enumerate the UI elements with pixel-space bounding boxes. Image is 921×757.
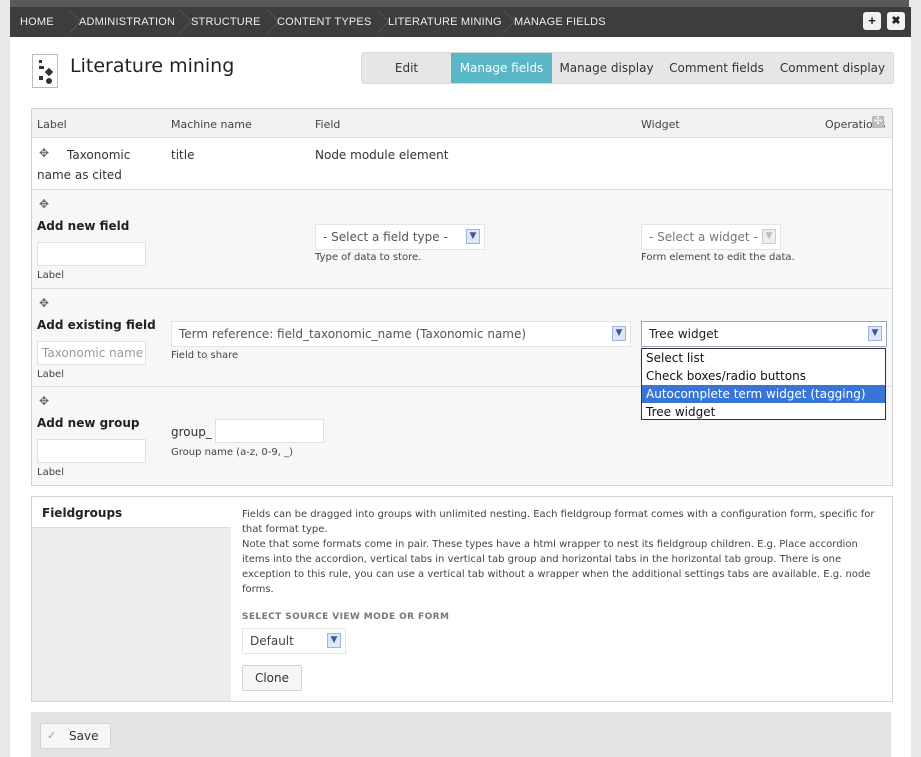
content-type-icon [32, 54, 58, 88]
breadcrumb-administration[interactable]: ADMINISTRATION [79, 7, 175, 37]
add-new-group-title: Add new group [37, 416, 140, 430]
overlay-panel: Literature mining Edit Manage fields Man… [10, 37, 911, 757]
new-group-label-input[interactable] [37, 439, 146, 463]
widget-option-autocomplete[interactable]: Autocomplete term widget (tagging) [642, 385, 885, 403]
widget-select-value: - Select a widget - [649, 230, 758, 244]
fieldgroups-sidebar: Fieldgroups [32, 497, 231, 701]
existing-widget-select[interactable]: Tree widget ▼ [641, 321, 887, 347]
table-row: ✥ Taxonomic name as cited title Node mod… [32, 138, 892, 190]
widget-option-select-list[interactable]: Select list [642, 349, 885, 367]
chevron-down-icon: ▼ [327, 633, 341, 648]
new-group-label-caption: Label [37, 467, 64, 478]
table-header: Label Machine name Field Widget Operatio… [32, 109, 892, 138]
add-new-field-title: Add new field [37, 219, 130, 233]
page-title: Literature mining [70, 55, 235, 77]
fields-table: Label Machine name Field Widget Operatio… [31, 108, 893, 486]
field-type-select-value: - Select a field type - [323, 230, 448, 244]
form-actions: ✓ Save [31, 712, 891, 757]
drag-handle-icon[interactable]: ✥ [39, 198, 51, 210]
breadcrumb-separator [63, 7, 73, 37]
field-type-help: Type of data to store. [315, 252, 422, 263]
group-name-help: Group name (a-z, 0-9, _) [171, 447, 293, 458]
chevron-down-icon: ▼ [466, 229, 480, 244]
check-icon: ✓ [47, 729, 57, 742]
existing-field-label-input[interactable]: Taxonomic name [37, 341, 146, 365]
breadcrumb-separator [371, 7, 381, 37]
settings-icon[interactable]: ✣ [872, 116, 884, 128]
source-view-mode-value: Default [250, 634, 294, 648]
breadcrumb-separator [173, 7, 183, 37]
new-field-label-input[interactable] [37, 242, 146, 266]
existing-field-help: Field to share [171, 350, 239, 361]
source-view-mode-label: SELECT SOURCE VIEW MODE OR FORM [242, 612, 450, 622]
row-machine-name: title [171, 148, 195, 162]
drag-handle-icon[interactable]: ✥ [39, 147, 51, 159]
breadcrumb-structure[interactable]: STRUCTURE [191, 7, 261, 37]
row-label-cont: name as cited [37, 168, 122, 182]
add-new-field-row: ✥ Add new field Label - Select a field t… [32, 190, 892, 289]
existing-field-select-value: Term reference: field_taxonomic_name (Ta… [179, 327, 527, 341]
existing-widget-select-value: Tree widget [649, 327, 719, 341]
header-field: Field [315, 118, 341, 131]
source-view-mode-select[interactable]: Default ▼ [242, 628, 346, 654]
chevron-down-icon: ▼ [612, 326, 626, 341]
field-type-select[interactable]: - Select a field type - ▼ [315, 224, 485, 250]
chevron-down-icon: ▼ [868, 326, 882, 341]
save-button-label: Save [69, 729, 99, 743]
secondary-tabs: Edit Manage fields Manage display Commen… [361, 52, 894, 84]
group-prefix: group_ [171, 425, 212, 439]
row-label: Taxonomic [67, 148, 131, 162]
breadcrumb-literature-mining[interactable]: LITERATURE MINING [388, 7, 502, 37]
widget-option-checkboxes[interactable]: Check boxes/radio buttons [642, 367, 885, 385]
tab-manage-fields[interactable]: Manage fields [451, 53, 552, 83]
widget-select[interactable]: - Select a widget - ▼ [641, 224, 781, 250]
tab-edit[interactable]: Edit [362, 53, 451, 83]
group-name-input[interactable] [215, 419, 324, 443]
background-left [0, 0, 10, 757]
tab-comment-display[interactable]: Comment display [772, 53, 893, 83]
close-overlay-button[interactable]: ✖ [887, 12, 905, 30]
save-button[interactable]: ✓ Save [40, 723, 111, 749]
breadcrumb-manage-fields[interactable]: MANAGE FIELDS [514, 7, 606, 37]
widget-help: Form element to edit the data. [641, 252, 795, 263]
tab-comment-fields[interactable]: Comment fields [661, 53, 772, 83]
existing-field-select[interactable]: Term reference: field_taxonomic_name (Ta… [171, 321, 631, 347]
clone-button[interactable]: Clone [242, 665, 302, 691]
fieldgroups-description-2: Note that some formats come in pair. The… [242, 539, 871, 595]
breadcrumb: HOME ADMINISTRATION STRUCTURE CONTENT TY… [10, 7, 911, 37]
row-field: Node module element [315, 148, 449, 162]
breadcrumb-content-types[interactable]: CONTENT TYPES [277, 7, 372, 37]
widget-dropdown-list: Select list Check boxes/radio buttons Au… [641, 348, 886, 420]
fieldgroups-description: Fields can be dragged into groups with u… [242, 507, 882, 597]
drag-handle-icon[interactable]: ✥ [39, 395, 51, 407]
fieldgroups-description-1: Fields can be dragged into groups with u… [242, 509, 875, 535]
add-existing-field-title: Add existing field [37, 318, 156, 332]
header-machine-name: Machine name [171, 118, 252, 131]
header-widget: Widget [641, 118, 680, 131]
breadcrumb-separator [497, 7, 507, 37]
fieldgroups-header: Fieldgroups [32, 497, 231, 528]
fieldgroups-section: Fieldgroups Fields can be dragged into g… [31, 496, 893, 702]
add-shortcut-button[interactable]: + [863, 12, 881, 30]
header-label: Label [37, 118, 67, 131]
tab-manage-display[interactable]: Manage display [552, 53, 661, 83]
breadcrumb-separator [261, 7, 271, 37]
existing-field-label-caption: Label [37, 369, 64, 380]
breadcrumb-home[interactable]: HOME [20, 7, 54, 37]
widget-option-tree[interactable]: Tree widget [642, 403, 885, 421]
new-field-label-caption: Label [37, 270, 64, 281]
fieldgroups-title: Fieldgroups [42, 506, 123, 520]
chevron-down-icon: ▼ [762, 229, 776, 244]
drag-handle-icon[interactable]: ✥ [39, 297, 51, 309]
